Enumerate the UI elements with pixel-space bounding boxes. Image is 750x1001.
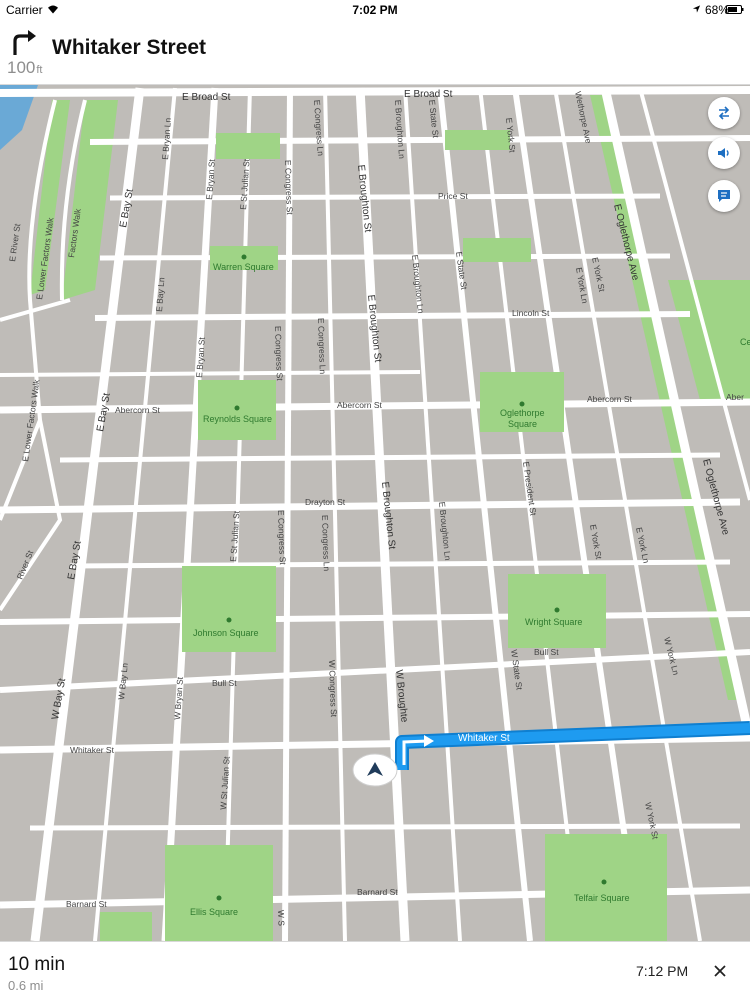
status-bar: Carrier 7:02 PM 68% xyxy=(0,0,750,20)
street-label: Price St xyxy=(438,191,468,201)
street-label: Abercorn St xyxy=(337,400,383,410)
turn-instruction-panel: 100ft Whitaker Street xyxy=(0,20,750,85)
street-label: Lincoln St xyxy=(512,308,550,318)
street-label: E Congress St xyxy=(283,160,295,216)
trip-summary-bar: 10 min 0.6 mi 7:12 PM xyxy=(0,941,750,1001)
chat-icon xyxy=(718,190,730,202)
street-label: E Congress Ln xyxy=(320,515,332,572)
park-block-mid xyxy=(463,238,531,262)
turn-distance-value: 100 xyxy=(7,58,36,77)
route-street-label: Whitaker St xyxy=(458,733,510,744)
swap-routes-button[interactable] xyxy=(708,97,740,129)
street-label: Barnard St xyxy=(66,899,107,909)
turn-distance-unit: ft xyxy=(36,64,43,76)
status-time: 7:02 PM xyxy=(352,3,398,17)
street-label: Abercorn St xyxy=(115,405,161,415)
turn-distance: 100ft xyxy=(7,58,43,78)
swap-routes-icon xyxy=(718,106,730,120)
arrival-time: 7:12 PM xyxy=(636,963,689,979)
street-label: E Congress St xyxy=(276,510,288,566)
park-label: Telfair Square xyxy=(574,893,630,903)
street-label: Bull St xyxy=(534,647,559,657)
close-icon[interactable] xyxy=(708,959,732,983)
street-label: Barnard St xyxy=(357,887,398,897)
trip-distance: 0.6 mi xyxy=(8,978,44,993)
street-label: Drayton St xyxy=(305,497,346,507)
street-label: Abercorn St xyxy=(587,394,633,404)
park-label: Wright Square xyxy=(525,617,582,627)
street-label: E Broad St xyxy=(404,89,453,100)
location-arrow-icon xyxy=(692,5,701,13)
street-label: E Congress St xyxy=(273,326,285,382)
street-label: Bull St xyxy=(212,678,237,688)
map-background xyxy=(0,85,750,941)
park-johnson-square xyxy=(182,566,276,652)
park-label: Johnson Square xyxy=(193,628,259,638)
street-label: W S xyxy=(276,910,287,927)
park-telfair-square xyxy=(545,834,667,941)
street-label: W Congress St xyxy=(327,660,339,718)
chat-button[interactable] xyxy=(708,180,740,212)
map-canvas[interactable]: E Broad St E Broad St Wethorpe Ave E Con… xyxy=(0,85,750,941)
sound-button[interactable] xyxy=(708,137,740,169)
park-block-top xyxy=(216,133,280,159)
street-label: Whitaker St xyxy=(70,745,115,755)
park-label: Oglethorpe xyxy=(500,408,545,418)
turn-right-icon xyxy=(13,30,36,55)
park-block-bottom-left xyxy=(100,912,152,941)
park-label: Reynolds Square xyxy=(203,414,272,424)
street-label: E Broad St xyxy=(182,92,231,103)
map-view[interactable]: E Broad St E Broad St Wethorpe Ave E Con… xyxy=(0,85,750,941)
park-label: Ellis Square xyxy=(190,907,238,917)
park-block-top-right xyxy=(445,130,510,150)
park-label: Ce xyxy=(740,337,750,347)
next-street-name: Whitaker Street xyxy=(52,36,207,59)
sound-icon xyxy=(718,148,729,158)
street-label: Aber xyxy=(726,392,744,402)
current-position-marker xyxy=(352,753,398,787)
street-label: E Congress Ln xyxy=(316,318,328,375)
park-label: Warren Square xyxy=(213,262,274,272)
trip-duration: 10 min xyxy=(8,954,66,975)
battery-icon xyxy=(726,5,744,14)
park-label: Square xyxy=(508,419,537,429)
park-ellis-square xyxy=(165,845,273,941)
